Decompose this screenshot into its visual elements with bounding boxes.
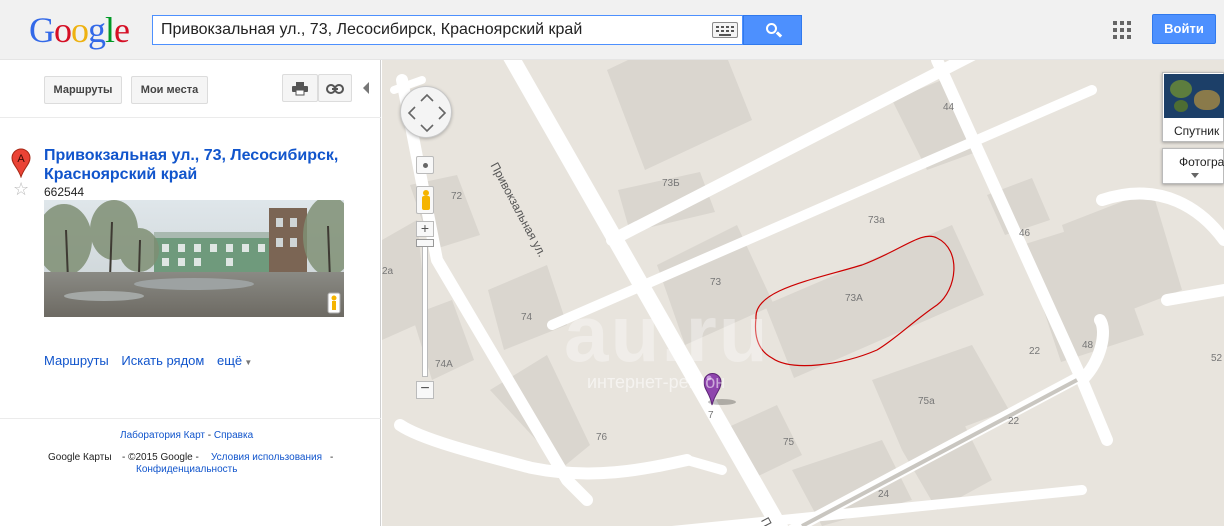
street-view-thumbnail[interactable] xyxy=(44,200,344,317)
watermark-subtitle: интернет-регион xyxy=(587,372,726,392)
photos-toggle[interactable]: Фотогра xyxy=(1162,148,1224,184)
satellite-thumbnail xyxy=(1164,74,1224,118)
logo-letter: g xyxy=(88,10,106,50)
privacy-link[interactable]: Конфиденциальность xyxy=(136,464,237,475)
apps-grid-icon[interactable] xyxy=(1113,21,1131,39)
google-maps-app: Google Войти Маршруты Мои места xyxy=(0,0,1224,526)
keyboard-icon[interactable] xyxy=(712,22,738,38)
postcode: 662544 xyxy=(44,185,85,199)
logo-letter: G xyxy=(29,10,55,50)
pan-control[interactable] xyxy=(400,86,452,138)
house-number: 73а xyxy=(868,215,885,226)
chevron-down-icon: ▼ xyxy=(242,358,253,367)
house-number: 22 xyxy=(1029,346,1041,357)
divider xyxy=(0,418,381,419)
sign-in-button[interactable]: Войти xyxy=(1152,14,1216,44)
link-button[interactable] xyxy=(318,74,352,102)
result-actions: Маршруты Искать рядом ещё ▼ xyxy=(44,353,261,368)
zoom-slider[interactable] xyxy=(422,239,428,377)
google-logo[interactable]: Google xyxy=(29,10,130,50)
house-number: 75 xyxy=(783,437,795,448)
result-title[interactable]: Привокзальная ул., 73, Лесосибирск, Крас… xyxy=(44,146,364,184)
footer-links: Лаборатория Карт - Справка xyxy=(120,430,254,441)
house-number: 22 xyxy=(1008,416,1020,427)
house-number: 76 xyxy=(596,432,608,443)
map-tiles xyxy=(382,60,1224,526)
satellite-label: Спутник xyxy=(1174,124,1220,138)
pegman-icon[interactable] xyxy=(416,186,434,214)
print-icon xyxy=(292,82,308,96)
zoom-control: + − xyxy=(415,153,437,403)
house-number: 2а xyxy=(382,266,394,277)
zoom-out-button[interactable]: − xyxy=(416,381,434,399)
svg-text:A: A xyxy=(17,153,25,165)
my-places-button[interactable]: Мои места xyxy=(131,76,208,104)
marker-a-icon[interactable]: A xyxy=(11,148,31,179)
watermark: au.ru xyxy=(564,289,770,378)
house-number: 46 xyxy=(1019,228,1031,239)
house-number: 24 xyxy=(878,489,890,500)
photos-label: Фотогра xyxy=(1179,155,1224,169)
zoom-slider-handle[interactable] xyxy=(416,239,434,247)
divider xyxy=(0,117,381,118)
search-box xyxy=(152,15,743,45)
chevron-down-icon xyxy=(1191,173,1199,178)
house-number: 72 xyxy=(451,191,463,202)
house-number: 73Б xyxy=(662,178,680,189)
search-input[interactable] xyxy=(153,16,708,44)
routes-link[interactable]: Маршруты xyxy=(44,353,109,368)
print-button[interactable] xyxy=(282,74,318,102)
house-number: 7 xyxy=(708,410,714,421)
house-number: 74 xyxy=(521,312,533,323)
footer-copyright: - ©2015 Google - xyxy=(122,452,199,463)
link-icon xyxy=(326,84,344,94)
terms-link[interactable]: Условия использования xyxy=(211,452,322,463)
satellite-toggle[interactable]: Спутник xyxy=(1162,72,1224,142)
maps-labs-link[interactable]: Лаборатория Карт xyxy=(120,430,205,441)
top-bar: Google Войти xyxy=(0,0,1224,60)
house-number: 73 xyxy=(710,277,722,288)
house-number: 75а xyxy=(918,396,935,407)
logo-letter: o xyxy=(71,10,89,50)
house-number: 52 xyxy=(1211,353,1223,364)
zoom-in-button[interactable]: + xyxy=(416,221,434,237)
house-number: 48 xyxy=(1082,340,1094,351)
logo-letter: o xyxy=(54,10,72,50)
footer-brand: Google Карты xyxy=(48,452,112,463)
collapse-panel-icon[interactable] xyxy=(363,82,369,94)
house-number: 44 xyxy=(943,102,955,113)
logo-letter: l xyxy=(105,10,115,50)
reset-view-button[interactable] xyxy=(416,156,434,174)
routes-button[interactable]: Маршруты xyxy=(44,76,122,104)
help-link[interactable]: Справка xyxy=(214,430,253,441)
search-button[interactable] xyxy=(743,15,802,45)
house-number: 73А xyxy=(845,293,863,304)
logo-letter: e xyxy=(114,10,130,50)
left-panel: Маршруты Мои места A ☆ Привокзальная ул.… xyxy=(0,60,381,526)
star-icon[interactable]: ☆ xyxy=(13,180,29,198)
search-nearby-link[interactable]: Искать рядом xyxy=(121,353,204,368)
house-number: 74А xyxy=(435,359,453,370)
more-link[interactable]: ещё ▼ xyxy=(217,353,252,368)
map-canvas[interactable]: Привокзальная ул. П au.ru интернет-регио… xyxy=(382,60,1224,526)
